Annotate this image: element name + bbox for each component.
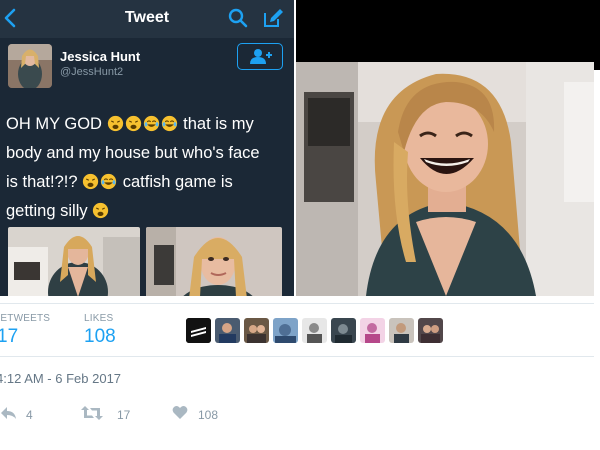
weary-face-icon xyxy=(125,115,141,132)
tweet-line-2: body and my house but who's face xyxy=(6,144,260,162)
page-title: Tweet xyxy=(124,9,170,26)
laughing-crying-icon xyxy=(100,173,117,190)
retweet-count: 17 xyxy=(117,408,131,422)
liker-avatar[interactable] xyxy=(215,318,240,343)
photo-top-band xyxy=(296,0,600,70)
search-icon[interactable] xyxy=(228,8,248,28)
user-handle[interactable]: @JessHunt2 xyxy=(60,66,123,78)
tweet-line-4: getting silly xyxy=(6,202,88,220)
compose-icon[interactable] xyxy=(262,7,284,29)
tweet-screenshot-panel: Tweet Jessica Hunt @JessHunt2 OH MY GOD … xyxy=(0,0,294,296)
reply-button[interactable]: 4 xyxy=(0,405,40,425)
liker-avatar[interactable] xyxy=(186,318,211,343)
tweet-line-1-tail: that is my xyxy=(183,115,254,133)
laughing-crying-icon xyxy=(143,115,159,132)
liker-avatar[interactable] xyxy=(244,318,269,343)
tweet-text: OH MY GOD that is my body and my house b… xyxy=(6,110,292,226)
liker-avatars xyxy=(186,318,447,346)
liker-avatar[interactable] xyxy=(302,318,327,343)
retweets-count[interactable]: 17 xyxy=(0,326,18,348)
divider xyxy=(0,303,594,304)
liker-avatar[interactable] xyxy=(273,318,298,343)
like-button[interactable]: 108 xyxy=(172,405,232,425)
laughing-crying-icon xyxy=(161,115,177,132)
follow-button[interactable] xyxy=(237,43,283,70)
main-photo[interactable] xyxy=(296,62,594,296)
tweet-line-1: OH MY GOD xyxy=(6,115,102,133)
avatar[interactable] xyxy=(8,44,52,88)
liker-avatar[interactable] xyxy=(389,318,414,343)
retweets-label: RETWEETS xyxy=(0,313,51,324)
weary-face-icon xyxy=(93,202,109,219)
likes-count[interactable]: 108 xyxy=(84,326,116,348)
reply-count: 4 xyxy=(26,408,33,422)
retweet-icon xyxy=(81,406,103,420)
like-count: 108 xyxy=(198,408,219,422)
heart-icon xyxy=(172,405,188,419)
weary-face-icon xyxy=(107,115,123,132)
retweet-button[interactable]: 17 xyxy=(80,405,140,425)
liker-avatar[interactable] xyxy=(360,318,385,343)
tweet-line-3b: catfish game is xyxy=(122,173,233,191)
add-user-icon xyxy=(249,48,272,64)
media-thumbnail-2[interactable] xyxy=(146,227,282,296)
tweet-line-3a: is that!?!? xyxy=(6,173,78,191)
liker-avatar[interactable] xyxy=(418,318,443,343)
media-thumbnail-1[interactable] xyxy=(8,227,140,296)
reply-icon xyxy=(1,407,16,419)
weary-face-icon xyxy=(82,173,99,190)
liker-avatar[interactable] xyxy=(331,318,356,343)
likes-label: LIKES xyxy=(84,313,114,324)
divider xyxy=(0,356,594,357)
top-bar: Tweet xyxy=(0,0,294,38)
user-name[interactable]: Jessica Hunt xyxy=(60,49,140,64)
tweet-timestamp[interactable]: 4:12 AM - 6 Feb 2017 xyxy=(0,371,121,386)
